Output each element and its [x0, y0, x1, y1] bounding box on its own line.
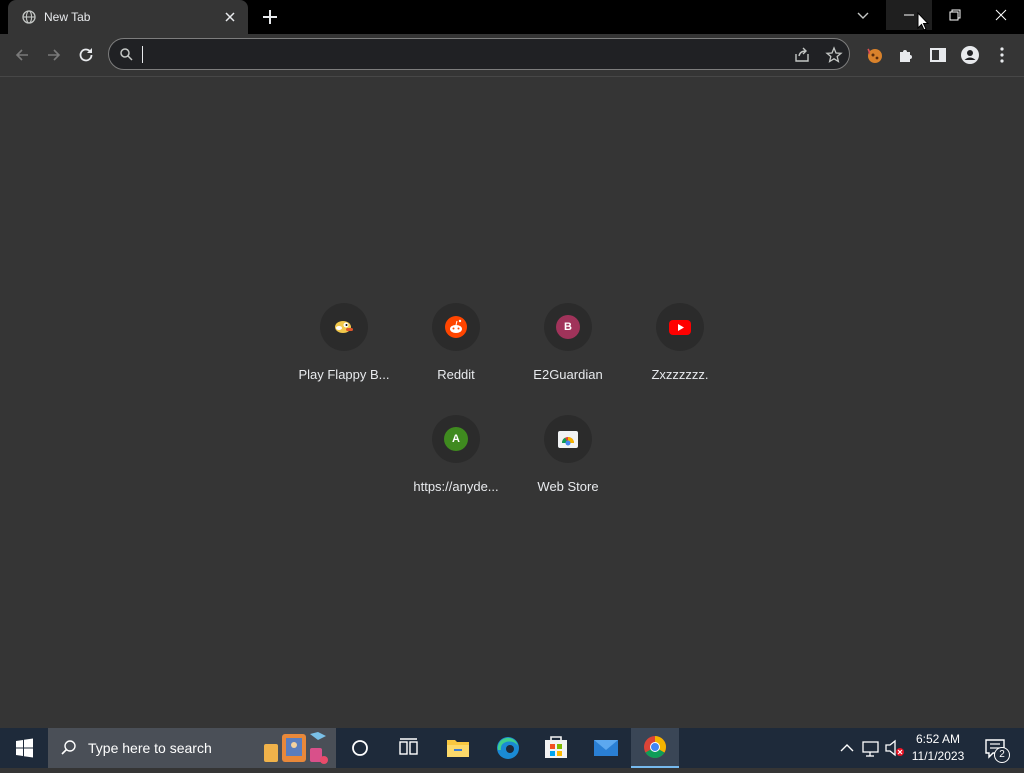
microsoft-store-icon[interactable]: [532, 728, 580, 768]
reddit-icon: [445, 316, 467, 338]
edge-browser-icon[interactable]: [484, 728, 532, 768]
shortcut-label: Zxzzzzzz.: [651, 367, 709, 382]
close-icon: [995, 9, 1007, 21]
shortcut-reddit[interactable]: Reddit: [400, 303, 512, 415]
minimize-icon: [904, 14, 914, 16]
clock-date: 11/1/2023: [911, 749, 965, 763]
share-icon[interactable]: [793, 46, 811, 64]
search-icon: [61, 740, 76, 755]
restore-icon: [949, 9, 961, 21]
chrome-taskbar-button[interactable]: [631, 728, 679, 768]
extensions-puzzle-icon[interactable]: [896, 45, 916, 65]
youtube-icon: [669, 320, 691, 335]
shortcut-flappy-bird[interactable]: Play Flappy B...: [288, 303, 400, 415]
back-button[interactable]: [12, 45, 32, 65]
close-tab-icon[interactable]: [222, 9, 238, 25]
reload-button[interactable]: [76, 45, 96, 65]
mouse-cursor-icon: [917, 12, 929, 31]
profile-avatar-icon[interactable]: [960, 45, 980, 65]
letter-a-icon: A: [444, 427, 468, 451]
file-explorer-icon[interactable]: [434, 728, 482, 768]
clock-time: 6:52 AM: [915, 732, 961, 746]
shortcut-label: Reddit: [437, 367, 475, 382]
notification-count-badge: 2: [994, 747, 1010, 763]
tab-new-tab[interactable]: New Tab: [8, 0, 248, 34]
globe-icon: [22, 10, 36, 24]
browser-toolbar: [0, 34, 1024, 77]
flappy-bird-icon: [335, 321, 353, 333]
side-panel-icon[interactable]: [928, 45, 948, 65]
address-bar[interactable]: [108, 38, 850, 70]
extension-cookie-icon[interactable]: [864, 45, 884, 65]
shortcut-label: Web Store: [537, 479, 599, 494]
shortcut-anydesk[interactable]: A https://anyde...: [400, 415, 512, 527]
web-store-icon: [558, 431, 578, 448]
search-placeholder: Type here to search: [88, 740, 212, 756]
action-center-button[interactable]: 2: [980, 728, 1014, 768]
shortcut-e2guardian[interactable]: B E2Guardian: [512, 303, 624, 415]
system-clock[interactable]: 6:52 AM 11/1/2023: [906, 731, 970, 765]
taskbar-search-box[interactable]: Type here to search: [48, 728, 336, 768]
restore-button[interactable]: [932, 0, 978, 30]
windows-start-icon[interactable]: [0, 728, 48, 768]
shortcut-label: Play Flappy B...: [298, 367, 390, 382]
tab-title: New Tab: [44, 10, 91, 24]
task-view-icon[interactable]: [384, 728, 432, 768]
cortana-icon[interactable]: [336, 728, 384, 768]
shortcut-youtube[interactable]: Zxzzzzzz.: [624, 303, 736, 415]
show-hidden-icons-chevron-icon[interactable]: [838, 728, 856, 768]
close-window-button[interactable]: [978, 0, 1024, 30]
volume-muted-icon[interactable]: [884, 728, 906, 768]
address-input[interactable]: [141, 45, 745, 65]
tab-strip: New Tab: [0, 0, 1024, 34]
tab-search-chevron-icon[interactable]: [854, 6, 872, 24]
menu-kebab-icon[interactable]: [992, 45, 1012, 65]
forward-button[interactable]: [44, 45, 64, 65]
bookmark-star-icon[interactable]: [825, 46, 843, 64]
network-icon[interactable]: [860, 728, 882, 768]
shortcut-label: E2Guardian: [533, 367, 603, 382]
shortcut-web-store[interactable]: Web Store: [512, 415, 624, 527]
new-tab-button[interactable]: [260, 7, 280, 27]
search-icon: [120, 48, 133, 61]
chrome-icon: [644, 736, 666, 758]
text-caret: [142, 46, 143, 63]
shortcut-label: https://anyde...: [413, 479, 499, 494]
search-highlight-art-icon: [264, 732, 328, 764]
mail-icon[interactable]: [582, 728, 630, 768]
windows-taskbar: Type here to search 6:52 AM 11/1/2023 2: [0, 728, 1024, 768]
letter-b-icon: B: [556, 315, 580, 339]
